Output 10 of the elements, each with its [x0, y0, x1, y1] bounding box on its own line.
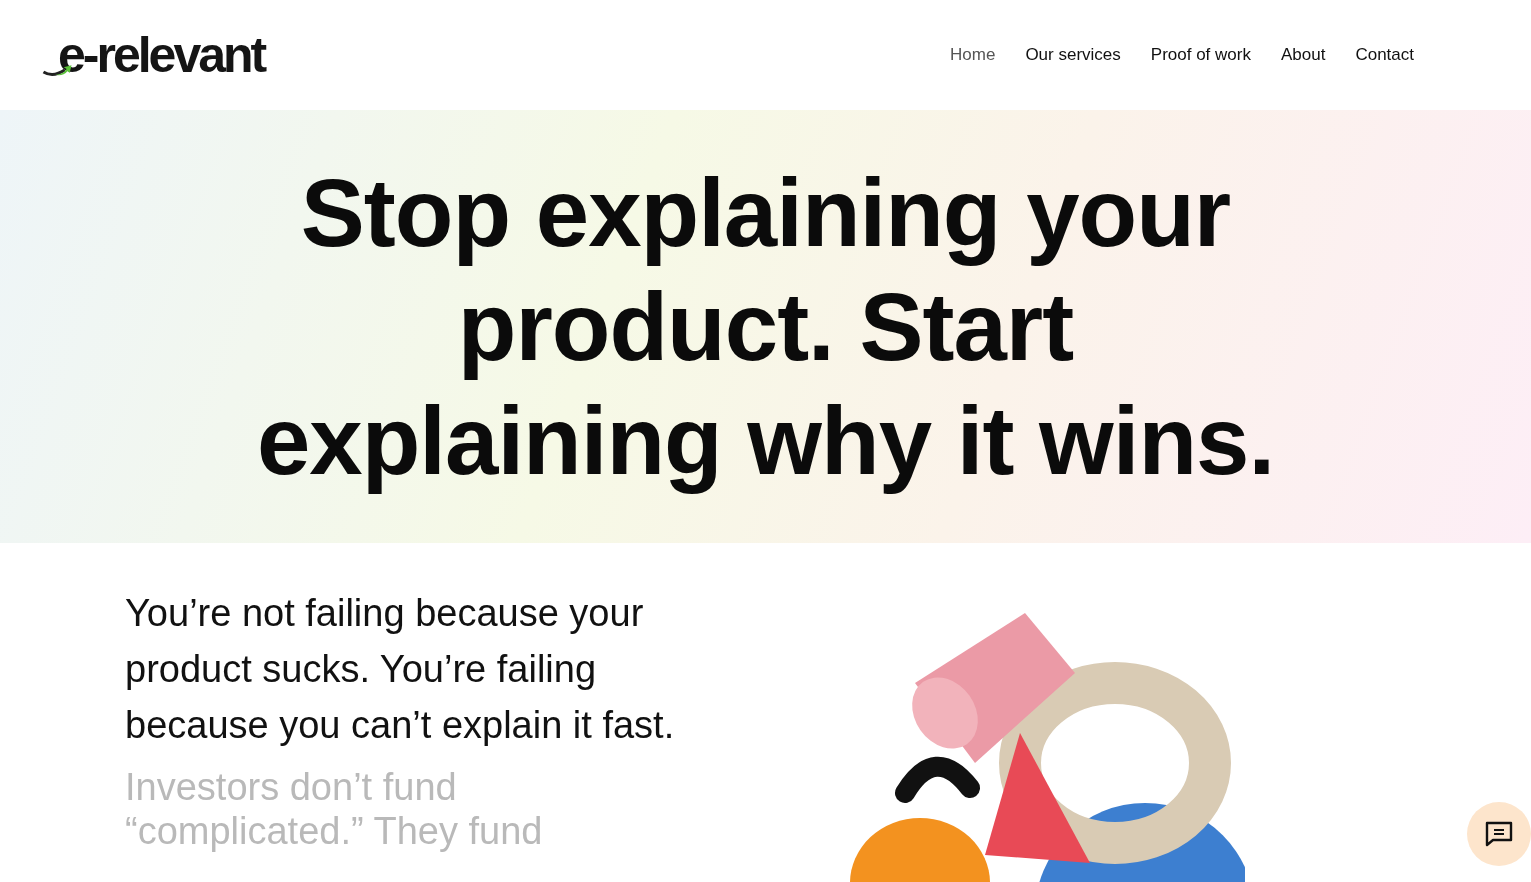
secondary-paragraph: Investors don’t fund “complicated.” They fund: [125, 765, 544, 853]
nav-link[interactable]: About: [1280, 45, 1326, 65]
nav-link[interactable]: Proof of work: [1150, 45, 1251, 65]
nav-link[interactable]: Contact: [1355, 45, 1414, 65]
chat-icon: [1484, 820, 1514, 848]
lead-paragraph: You’re not failing because your product sucks. You’re failing because you can’t explain it fast.: [125, 591, 676, 748]
nav-link[interactable]: Our services: [1025, 45, 1121, 65]
nav-link[interactable]: Home: [950, 45, 996, 65]
hero-headline: Stop explaining your product. Start explaining why it wins.: [255, 157, 1276, 496]
brand-logo[interactable]: e-relevant: [58, 30, 265, 80]
